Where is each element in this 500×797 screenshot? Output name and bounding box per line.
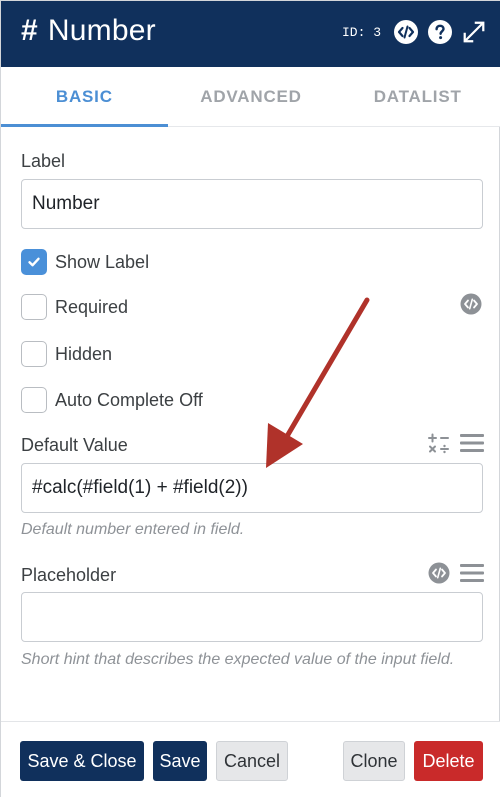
hidden-text: Hidden [55,343,113,364]
hidden-row[interactable]: Hidden [21,341,112,367]
placeholder-label: Placeholder [21,565,117,585]
placeholder-input[interactable] [21,592,483,642]
required-code-icon[interactable] [460,293,482,315]
autocomplete-off-row[interactable]: Auto Complete Off [21,387,203,413]
code-icon[interactable] [393,19,419,45]
field-id-label: ID: 3 [341,24,381,40]
autocomplete-off-text: Auto Complete Off [55,389,203,410]
field-settings-panel: # Number ID: 3 BASIC ADVANCED DATALIST L… [0,0,500,797]
show-label-text: Show Label [55,251,150,272]
header-actions: ID: 3 [342,19,487,45]
show-label-row[interactable]: Show Label [21,249,149,275]
placeholder-menu-icon[interactable] [459,562,485,584]
placeholder-help: Short hint that describes the expected v… [21,651,455,668]
tab-basic[interactable]: BASIC [1,67,168,127]
default-value-input[interactable]: #calc(#field(1) + #field(2)) [21,463,483,513]
tab-datalist[interactable]: DATALIST [334,67,500,126]
clone-button[interactable]: Clone [343,741,405,781]
settings-tabs: BASIC ADVANCED DATALIST [1,67,500,127]
autocomplete-off-checkbox[interactable] [21,387,47,413]
help-icon[interactable] [427,19,453,45]
save-close-button[interactable]: Save & Close [20,741,144,781]
tab-advanced[interactable]: ADVANCED [168,67,335,126]
required-row[interactable]: Required [21,294,128,320]
label-input[interactable]: Number [21,179,483,229]
placeholder-code-icon[interactable] [428,562,450,584]
panel-header: # Number ID: 3 [1,1,500,67]
checkmark-icon [28,257,40,267]
save-button[interactable]: Save [153,741,207,781]
required-checkbox[interactable] [21,294,47,320]
calculator-icon[interactable] [427,432,451,456]
expand-icon[interactable] [461,19,487,45]
number-hash-icon: # [21,14,38,47]
cancel-button[interactable]: Cancel [216,741,288,781]
required-text: Required [55,296,129,317]
show-label-checkbox[interactable] [21,249,47,275]
label-field-label: Label [21,151,66,171]
default-value-label: Default Value [21,435,128,455]
hidden-checkbox[interactable] [21,341,47,367]
panel-title-text: Number [47,14,156,47]
menu-icon[interactable] [459,432,485,454]
panel-title: # Number [21,14,156,48]
default-value-help: Default number entered in field. [21,521,245,538]
delete-button[interactable]: Delete [414,741,483,781]
